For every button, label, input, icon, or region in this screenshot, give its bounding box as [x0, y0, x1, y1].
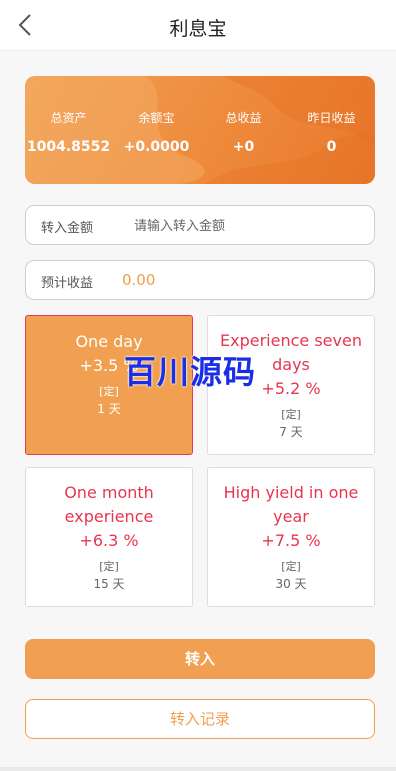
plan-name: One month experience	[64, 483, 154, 526]
estimated-earnings-value: 0.00	[122, 271, 156, 289]
plan-name: One day	[75, 332, 143, 351]
stat-label: 余额宝	[138, 111, 175, 125]
plan-duration: 1 天	[97, 402, 121, 416]
stat-value: 0	[326, 139, 337, 155]
transfer-amount-input[interactable]	[132, 212, 356, 240]
stat-value: +0.0000	[123, 139, 190, 155]
transfer-amount-field: 转入金额	[25, 205, 375, 245]
plan-card-one-month[interactable]: One month experience +6.3 % [定] 15 天	[25, 467, 193, 607]
plan-type-tag: [定]	[99, 560, 119, 573]
plan-card-one-year[interactable]: High yield in one year +7.5 % [定] 30 天	[207, 467, 375, 607]
plan-type-tag: [定]	[281, 560, 301, 573]
plan-rate: +6.3 %	[79, 531, 139, 550]
asset-summary-card: 总资产 1004.8552 余额宝 +0.0000 总收益 +0 昨日收益 0	[25, 76, 375, 184]
plan-duration: 30 天	[275, 577, 307, 591]
transfer-record-button[interactable]: 转入记录	[25, 699, 375, 739]
stat-label: 总资产	[50, 111, 87, 125]
plan-type-tag: [定]	[281, 408, 301, 421]
banner-wave-decoration	[25, 76, 375, 184]
estimated-earnings-field: 预计收益 0.00	[25, 260, 375, 300]
watermark-text: 百川源码	[124, 353, 257, 391]
transfer-in-button[interactable]: 转入	[25, 639, 375, 679]
transfer-amount-label: 转入金额	[41, 221, 94, 236]
stat-label: 昨日收益	[307, 111, 356, 125]
stat-label: 总收益	[225, 111, 262, 125]
plan-duration: 7 天	[279, 425, 303, 439]
estimated-earnings-label: 预计收益	[41, 276, 94, 291]
plan-name: High yield in one year	[223, 483, 359, 526]
top-nav-bar: 利息宝	[0, 0, 396, 51]
page-title: 利息宝	[169, 18, 227, 40]
plan-rate: +7.5 %	[261, 531, 321, 550]
stat-value: 1004.8552	[26, 139, 111, 155]
bottom-divider	[0, 767, 396, 771]
plan-duration: 15 天	[93, 577, 125, 591]
stat-value: +0	[232, 139, 255, 155]
